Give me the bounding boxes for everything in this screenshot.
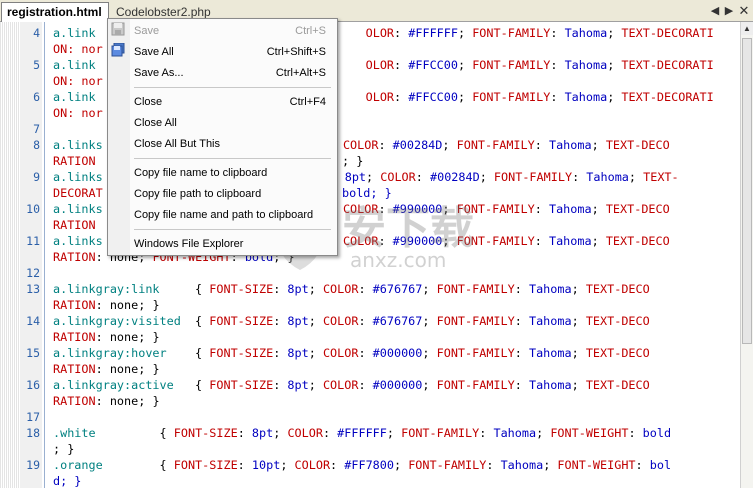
code-line: ON: nor: [53, 42, 103, 56]
code-line: DECORAT: [53, 186, 103, 200]
menu-item-windows-file-explorer[interactable]: Windows File Explorer: [134, 234, 334, 254]
code-line: a.linkgray:visited { FONT-SIZE: 8pt; COL…: [53, 314, 650, 328]
code-line: .orange { FONT-SIZE: 10pt; COLOR: #FF780…: [53, 458, 672, 472]
code-line: RATION: none; }: [53, 362, 160, 376]
code-line: ; }: [53, 442, 75, 456]
close-icon[interactable]: ✕: [737, 4, 751, 18]
code-line: RATION: none; }: [53, 394, 160, 408]
line-number: 13: [26, 282, 40, 296]
folding-margin: [0, 22, 20, 488]
line-number: 15: [26, 346, 40, 360]
menu-item-save[interactable]: Save Ctrl+S: [134, 21, 334, 41]
line-number: 12: [26, 266, 40, 280]
vertical-scrollbar[interactable]: ▲: [740, 22, 753, 488]
menu-item-close-all[interactable]: Close All: [134, 113, 334, 133]
code-line: .white { FONT-SIZE: 8pt; COLOR: #FFFFFF;…: [53, 426, 672, 440]
code-line: RATION: [53, 154, 96, 168]
code-line: ON: nor: [53, 106, 103, 120]
code-line: d; }: [53, 474, 82, 488]
menu-item-close-all-but-this[interactable]: Close All But This: [134, 134, 334, 154]
code-line: a.linkgray:link { FONT-SIZE: 8pt; COLOR:…: [53, 282, 650, 296]
line-number: 7: [33, 122, 40, 136]
scroll-up-icon[interactable]: ▲: [741, 22, 753, 35]
line-number: 5: [33, 58, 40, 72]
menu-item-save-all[interactable]: Save All Ctrl+Shift+S: [134, 42, 334, 62]
menu-item-copy-file-path[interactable]: Copy file path to clipboard: [134, 184, 334, 204]
line-number: 10: [26, 202, 40, 216]
menu-item-close[interactable]: Close Ctrl+F4: [134, 92, 334, 112]
scrollbar-thumb[interactable]: [742, 38, 752, 344]
line-number: 18: [26, 426, 40, 440]
line-number: 6: [33, 90, 40, 104]
chevron-left-icon[interactable]: ◀: [708, 4, 722, 18]
line-number: 4: [33, 26, 40, 40]
save-icon: [111, 22, 125, 36]
code-line: a.linkgray:hover { FONT-SIZE: 8pt; COLOR…: [53, 346, 650, 360]
menu-item-copy-name-and-path[interactable]: Copy file name and path to clipboard: [134, 205, 334, 225]
menu-item-save-as[interactable]: Save As... Ctrl+Alt+S: [134, 63, 334, 83]
code-line: ; }: [342, 154, 364, 168]
menu-separator: [134, 87, 331, 88]
line-number: 19: [26, 458, 40, 472]
code-line: RATION: none; }: [53, 330, 160, 344]
code-line: RATION: none; }: [53, 298, 160, 312]
code-line: bold; }: [342, 186, 392, 200]
gutter-divider: [44, 22, 45, 488]
line-number: 11: [26, 234, 40, 248]
code-line: RATION: [53, 218, 96, 232]
tab-label: registration.html: [7, 5, 102, 19]
menu-item-copy-file-name[interactable]: Copy file name to clipboard: [134, 163, 334, 183]
line-number: 16: [26, 378, 40, 392]
code-line: ON: nor: [53, 74, 103, 88]
tab-registration[interactable]: registration.html: [1, 2, 109, 22]
menu-separator: [134, 229, 331, 230]
tab-context-menu: Save Ctrl+S Save All Ctrl+Shift+S Save As.…: [107, 18, 338, 256]
line-number: 8: [33, 138, 40, 152]
line-number: 9: [33, 170, 40, 184]
line-number: 14: [26, 314, 40, 328]
save-all-icon: [111, 43, 125, 57]
chevron-right-icon[interactable]: ▶: [722, 4, 736, 18]
menu-separator: [134, 158, 331, 159]
line-number: 17: [26, 410, 40, 424]
tab-label: Codelobster2.php: [116, 5, 211, 19]
code-line: a.linkgray:active { FONT-SIZE: 8pt; COLO…: [53, 378, 650, 392]
